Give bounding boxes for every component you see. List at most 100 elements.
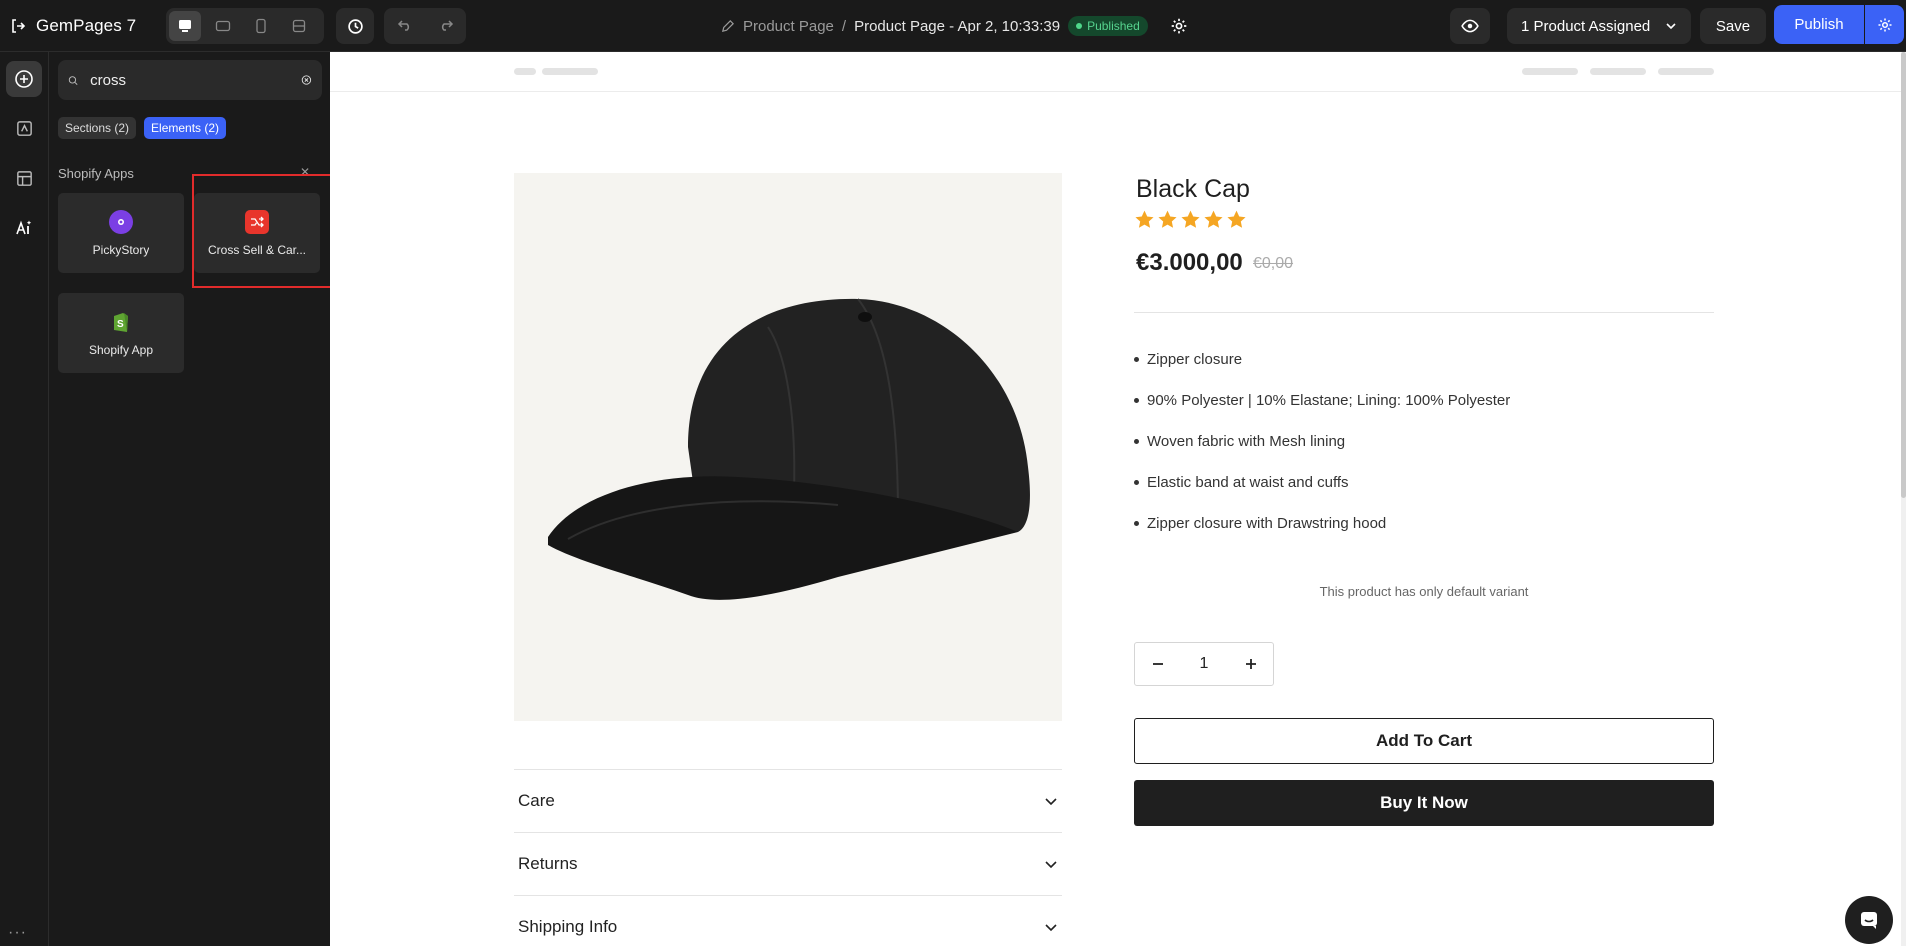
quantity-stepper: 1 <box>1134 642 1274 686</box>
mobile-view-button[interactable] <box>245 11 277 41</box>
ai-icon <box>16 220 32 235</box>
accordion-returns[interactable]: Returns <box>514 833 1062 895</box>
redo-button[interactable] <box>438 16 454 37</box>
search-input[interactable] <box>90 71 290 89</box>
svg-text:S: S <box>117 319 124 330</box>
placeholder-bar <box>1522 68 1578 75</box>
bullet-icon <box>1134 521 1139 526</box>
publish-button[interactable]: Publish <box>1774 5 1864 44</box>
increase-quantity-button[interactable] <box>1228 643 1273 685</box>
accordion-care[interactable]: Care <box>514 770 1062 832</box>
clear-search-icon[interactable] <box>301 72 312 88</box>
breadcrumb-page-type[interactable]: Product Page <box>743 18 834 35</box>
placeholder-bar <box>1590 68 1646 75</box>
app-card-cross-sell[interactable]: Cross Sell & Car... <box>194 193 320 273</box>
product-title[interactable]: Black Cap <box>1136 175 1250 204</box>
assigned-products-dropdown[interactable]: 1 Product Assigned <box>1507 8 1691 44</box>
redo-icon <box>441 19 453 31</box>
canvas-scrollbar[interactable] <box>1901 52 1906 946</box>
chat-support-button[interactable] <box>1845 896 1893 944</box>
page-settings-button[interactable] <box>1170 17 1188 35</box>
feature-item: Zipper closure <box>1134 352 1510 393</box>
add-to-cart-button[interactable]: Add To Cart <box>1134 718 1714 764</box>
layout-icon <box>16 170 32 186</box>
breadcrumb-separator: / <box>841 17 847 35</box>
plus-icon <box>1245 659 1256 669</box>
theme-styles-button[interactable] <box>6 110 42 146</box>
gear-icon <box>1171 18 1187 34</box>
exit-icon <box>12 19 26 33</box>
accordion-shipping-info[interactable]: Shipping Info <box>514 896 1062 946</box>
mobile-icon <box>256 18 266 34</box>
gear-icon <box>1878 18 1891 31</box>
decrease-quantity-button[interactable] <box>1135 643 1180 685</box>
more-options-icon[interactable]: ··· <box>8 924 27 942</box>
ai-button[interactable] <box>6 210 42 246</box>
star-icon <box>1181 210 1200 228</box>
divider <box>1134 312 1714 313</box>
tab-elements[interactable]: Elements (2) <box>144 117 227 139</box>
bullet-icon <box>1134 439 1139 444</box>
device-switcher <box>166 8 324 44</box>
placeholder-bar <box>542 68 598 75</box>
app-label: PickyStory <box>92 242 150 257</box>
tablet-landscape-view-button[interactable] <box>207 11 239 41</box>
elements-panel: Sections (2) Elements (2) Shopify Apps ✕… <box>49 52 330 946</box>
app-card-pickystory[interactable]: PickyStory <box>58 193 184 273</box>
status-badge-label: Published <box>1087 19 1140 33</box>
app-card-shopify[interactable]: S Shopify App <box>58 293 184 373</box>
tab-sections[interactable]: Sections (2) <box>58 117 137 139</box>
product-image[interactable] <box>514 173 1062 721</box>
rating-stars <box>1134 209 1247 230</box>
group-title: Shopify Apps <box>58 166 134 181</box>
history-button[interactable] <box>336 8 374 44</box>
save-button[interactable]: Save <box>1700 8 1766 44</box>
feature-item: Elastic band at waist and cuffs <box>1134 475 1510 516</box>
layout-view-button[interactable] <box>283 11 315 41</box>
filter-tabs: Sections (2) Elements (2) <box>58 117 227 139</box>
edit-pencil-icon <box>721 19 734 32</box>
buy-now-button[interactable]: Buy It Now <box>1134 780 1714 826</box>
feature-text: Zipper closure with Drawstring hood <box>1147 515 1387 532</box>
search-box <box>58 60 322 100</box>
chevron-down-icon <box>1045 798 1057 806</box>
accordion-label: Care <box>518 791 555 810</box>
editor-canvas: Black Cap €3.000,00 €0,00 Zipper closure… <box>330 52 1901 946</box>
app-label: Shopify App <box>88 342 154 357</box>
quantity-input[interactable]: 1 <box>1180 655 1228 673</box>
page-title[interactable]: Product Page - Apr 2, 10:33:39 <box>854 18 1060 35</box>
top-bar: GemPages 7 Product Page / Product Page -… <box>0 0 1906 52</box>
cross-sell-icon <box>245 209 269 234</box>
feature-item: Woven fabric with Mesh lining <box>1134 434 1510 475</box>
desktop-view-button[interactable] <box>169 11 201 41</box>
scrollbar-thumb[interactable] <box>1901 52 1906 498</box>
star-icon <box>1158 210 1177 228</box>
brand-logo: GemPages 7 <box>36 16 137 35</box>
status-dot-icon <box>1076 23 1083 29</box>
publish-settings-button[interactable] <box>1865 5 1904 44</box>
layout-icon <box>292 19 306 33</box>
compare-at-price[interactable]: €0,00 <box>1253 255 1293 273</box>
exit-editor-button[interactable]: GemPages 7 <box>10 12 136 40</box>
preview-button[interactable] <box>1450 8 1490 44</box>
feature-item: Zipper closure with Drawstring hood <box>1134 516 1510 557</box>
search-icon <box>68 75 78 85</box>
left-rail: ··· <box>0 52 49 946</box>
chevron-down-icon <box>1666 23 1676 30</box>
chevron-down-icon <box>1045 861 1057 869</box>
add-element-button[interactable] <box>6 61 42 97</box>
undo-button[interactable] <box>397 16 413 37</box>
plus-circle-icon <box>15 70 33 88</box>
product-price[interactable]: €3.000,00 <box>1136 249 1243 277</box>
design-icon <box>16 120 32 136</box>
bullet-icon <box>1134 480 1139 485</box>
shopify-icon: S <box>109 310 133 334</box>
accordion-label: Returns <box>518 854 578 873</box>
feature-text: Zipper closure <box>1147 351 1243 368</box>
placeholder-bar <box>514 68 536 75</box>
feature-text: Elastic band at waist and cuffs <box>1147 474 1349 491</box>
feature-list[interactable]: Zipper closure 90% Polyester | 10% Elast… <box>1134 352 1510 557</box>
minus-icon <box>1152 663 1163 665</box>
layers-button[interactable] <box>6 160 42 196</box>
collapse-icon[interactable]: ✕ <box>300 165 310 179</box>
